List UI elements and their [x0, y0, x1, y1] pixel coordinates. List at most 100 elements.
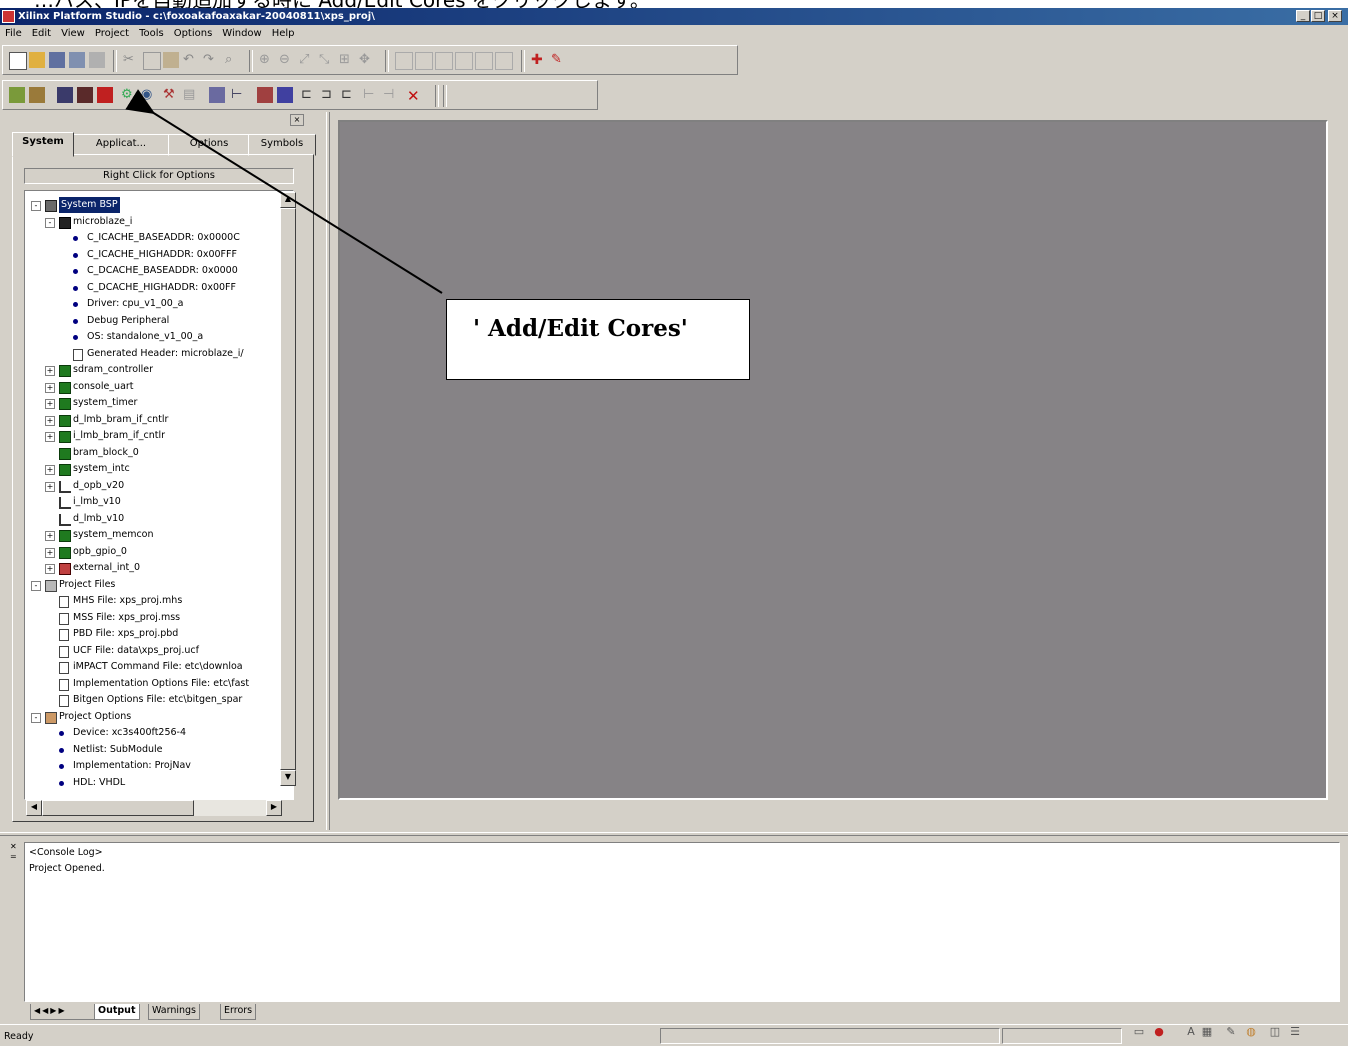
- undo-icon[interactable]: ↶: [183, 52, 199, 68]
- tree-horizontal-scrollbar[interactable]: ◀ ▶: [26, 800, 282, 816]
- add-edit-cores-icon[interactable]: [9, 87, 25, 103]
- ime-icon[interactable]: ●: [1152, 1025, 1166, 1039]
- zoom-area-icon[interactable]: ⊞: [339, 52, 355, 68]
- zoom-in-icon[interactable]: ⊕: [259, 52, 275, 68]
- stop-icon[interactable]: ✕: [407, 87, 423, 105]
- maximize-button[interactable]: □: [1311, 10, 1325, 22]
- generate-bitstream-icon[interactable]: [77, 87, 93, 103]
- menu-tools[interactable]: Tools: [134, 25, 169, 43]
- zoom-full-icon[interactable]: ⤡: [319, 52, 335, 68]
- close-button[interactable]: ×: [1328, 10, 1342, 22]
- menu-help[interactable]: Help: [267, 25, 300, 43]
- right-click-options-hint[interactable]: Right Click for Options: [24, 168, 294, 184]
- generate-netlist-icon[interactable]: [57, 87, 73, 103]
- simulator-icon[interactable]: ⊢: [231, 87, 247, 103]
- copy-icon[interactable]: [143, 52, 161, 70]
- align-center-icon[interactable]: [415, 52, 433, 70]
- expand-icon[interactable]: +: [45, 481, 55, 492]
- console-dock-icon[interactable]: ✕ =: [10, 842, 20, 872]
- horizontal-splitter[interactable]: [0, 832, 1348, 836]
- expand-icon[interactable]: +: [45, 465, 55, 475]
- menu-project[interactable]: Project: [90, 25, 134, 43]
- expand-icon[interactable]: +: [45, 415, 55, 426]
- input-mode-icon[interactable]: A: [1184, 1025, 1198, 1039]
- vertical-splitter[interactable]: [326, 112, 330, 830]
- options-icon[interactable]: ☰: [1288, 1025, 1302, 1039]
- align-right-icon[interactable]: [435, 52, 453, 70]
- expand-icon[interactable]: +: [45, 564, 55, 574]
- kana-icon[interactable]: ▦: [1200, 1025, 1214, 1039]
- debug-icon[interactable]: [257, 87, 273, 103]
- tab-scroll-arrows[interactable]: ◀◀▶▶: [30, 1004, 102, 1020]
- menu-view[interactable]: View: [56, 25, 90, 43]
- save-icon[interactable]: [49, 52, 65, 68]
- minimize-button[interactable]: _: [1296, 10, 1310, 22]
- expand-icon[interactable]: +: [45, 366, 55, 376]
- simulation-model-icon[interactable]: [209, 87, 225, 103]
- tab-options[interactable]: Options: [168, 134, 250, 156]
- zoom-out-icon[interactable]: ⊖: [279, 52, 295, 68]
- scroll-right-icon[interactable]: ▶: [266, 800, 282, 816]
- pan-icon[interactable]: ✥: [359, 52, 375, 68]
- console-output[interactable]: <Console Log> Project Opened.: [24, 842, 1340, 1002]
- panel-close-icon[interactable]: ×: [290, 114, 304, 126]
- expand-icon[interactable]: +: [45, 531, 55, 541]
- tab-warnings[interactable]: Warnings: [148, 1004, 201, 1020]
- software-platform-icon[interactable]: ⚙: [121, 87, 137, 103]
- expand-icon[interactable]: +: [45, 399, 55, 409]
- expand-icon[interactable]: +: [45, 432, 55, 442]
- tab-symbols[interactable]: Symbols: [248, 134, 316, 156]
- memory-map-icon[interactable]: ⊐: [321, 87, 337, 103]
- forward-icon[interactable]: ⊣: [383, 87, 399, 103]
- keyboard-icon[interactable]: ▭: [1132, 1025, 1146, 1039]
- menu-file[interactable]: File: [0, 25, 27, 43]
- download-icon[interactable]: [97, 87, 113, 103]
- main-workspace[interactable]: [338, 120, 1328, 800]
- build-libraries-icon[interactable]: ◉: [141, 87, 157, 103]
- align-left-icon[interactable]: [395, 52, 413, 70]
- print-icon[interactable]: [89, 52, 105, 68]
- open-folder-icon[interactable]: [29, 52, 45, 68]
- align-top-icon[interactable]: [455, 52, 473, 70]
- cut-icon[interactable]: ✂: [123, 52, 139, 68]
- scroll-up-icon[interactable]: ▲: [280, 192, 296, 208]
- update-bitstream-icon[interactable]: ▤: [183, 87, 199, 103]
- help-icon[interactable]: ◫: [1268, 1025, 1282, 1039]
- expand-icon[interactable]: +: [45, 382, 55, 393]
- collapse-icon[interactable]: -: [45, 217, 55, 228]
- align-bottom-icon[interactable]: [475, 52, 493, 70]
- save-all-icon[interactable]: [69, 52, 85, 68]
- wizard-icon[interactable]: ✎: [551, 52, 567, 68]
- compile-program-icon[interactable]: ⚒: [163, 87, 179, 103]
- pin-tool-icon[interactable]: ✚: [531, 52, 547, 68]
- pad-icon[interactable]: ◍: [1244, 1025, 1258, 1039]
- xmd-icon[interactable]: [277, 87, 293, 103]
- paste-icon[interactable]: [163, 52, 179, 68]
- address-icon[interactable]: ⊏: [341, 87, 357, 103]
- tab-applications[interactable]: Applicat...: [72, 134, 170, 156]
- new-file-icon[interactable]: [9, 52, 27, 70]
- collapse-icon[interactable]: -: [31, 580, 41, 591]
- zoom-fit-icon[interactable]: ⤢: [299, 52, 315, 68]
- tab-errors[interactable]: Errors: [220, 1004, 257, 1020]
- system-tree[interactable]: - System BSP - microblaze_i C_ICACHE_BASEADD…: [24, 190, 294, 800]
- redo-icon[interactable]: ↷: [203, 52, 219, 68]
- expand-icon[interactable]: +: [45, 547, 55, 558]
- back-icon[interactable]: ⊢: [363, 87, 379, 103]
- tab-output[interactable]: Output: [94, 1004, 140, 1020]
- menu-options[interactable]: Options: [169, 25, 218, 43]
- tree-vertical-scrollbar[interactable]: ▲ ▼: [280, 192, 296, 786]
- scroll-left-icon[interactable]: ◀: [26, 800, 42, 816]
- scroll-down-icon[interactable]: ▼: [280, 770, 296, 786]
- find-icon[interactable]: ⌕: [225, 52, 241, 68]
- collapse-icon[interactable]: -: [31, 712, 41, 723]
- project-options-icon[interactable]: [29, 87, 45, 103]
- tab-system[interactable]: System: [12, 132, 74, 157]
- menu-edit[interactable]: Edit: [27, 25, 56, 43]
- scroll-thumb[interactable]: [280, 208, 296, 770]
- menu-window[interactable]: Window: [217, 25, 266, 43]
- block-diagram-icon[interactable]: ⊏: [301, 87, 317, 103]
- dictionary-icon[interactable]: ✎: [1224, 1025, 1238, 1039]
- grid-icon[interactable]: [495, 52, 513, 70]
- scroll-thumb[interactable]: [42, 800, 194, 816]
